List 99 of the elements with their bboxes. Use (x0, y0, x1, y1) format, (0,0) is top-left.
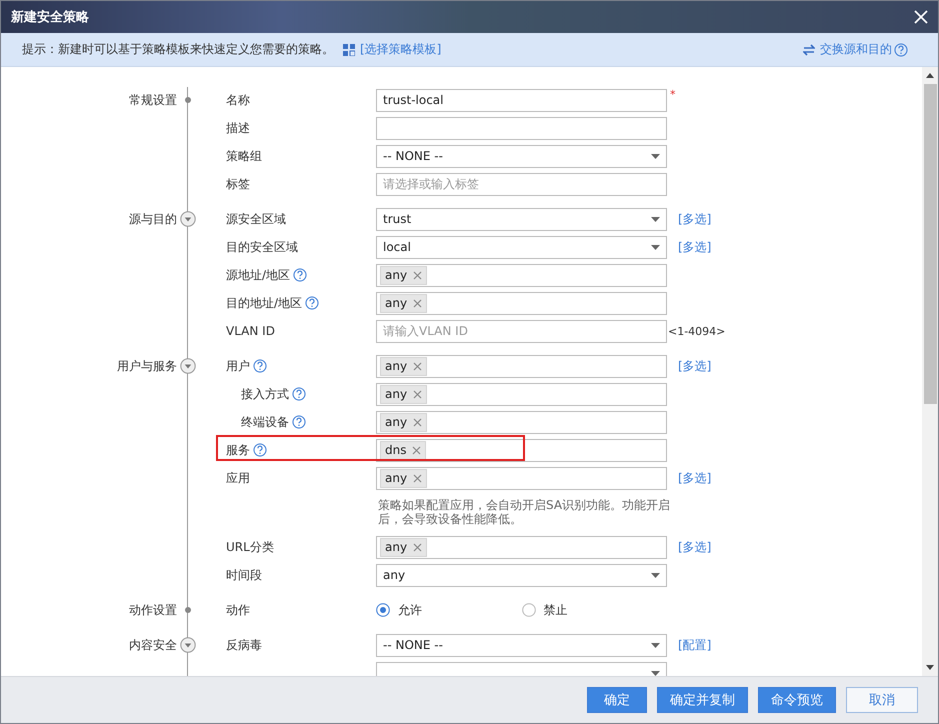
help-icon[interactable] (292, 415, 306, 429)
remove-icon[interactable] (413, 298, 422, 308)
field-label: 源安全区域 (226, 210, 286, 228)
tag-field[interactable]: any (376, 354, 667, 378)
tag-chip: dns (380, 440, 426, 460)
scroll-down-icon[interactable] (926, 665, 934, 670)
text-field[interactable]: 请输入VLAN ID (376, 320, 667, 342)
help-icon[interactable] (305, 296, 320, 310)
section-label: 用户与服务 (116, 358, 177, 375)
timeline-dot-icon (185, 607, 191, 613)
radio-button[interactable] (522, 603, 536, 617)
field-label: 动作 (226, 602, 250, 618)
tag-chip: any (380, 384, 428, 404)
option-link[interactable]: [多选] (678, 470, 712, 486)
text-field[interactable] (376, 116, 667, 140)
radio-label: 禁止 (544, 602, 568, 618)
dropdown-field[interactable]: any (376, 564, 667, 586)
tag-chip: any (380, 468, 428, 488)
footer-button[interactable]: 命令预览 (758, 687, 836, 713)
option-link[interactable]: [多选] (678, 358, 712, 374)
remove-icon[interactable] (413, 418, 422, 426)
field-label: 策略组 (226, 148, 262, 164)
collapse-toggle-icon[interactable] (180, 637, 196, 653)
field-label: 目的安全区域 (226, 238, 298, 256)
field-label: 服务 (226, 442, 250, 458)
remove-icon[interactable] (413, 270, 422, 280)
field-label: 名称 (226, 92, 250, 108)
radio-button[interactable] (376, 603, 390, 617)
tag-chip: any (380, 294, 428, 312)
tag-chip: any (380, 266, 428, 284)
caret-icon (651, 642, 660, 648)
field-label: 目的地址/地区 (226, 294, 302, 312)
remove-icon[interactable] (413, 390, 422, 398)
field-label: 用户 (226, 358, 250, 374)
range-hint: <1-4094> (668, 324, 726, 338)
tag-field[interactable]: any (376, 382, 667, 406)
tag-field[interactable]: dns (376, 438, 667, 462)
grid-icon (343, 44, 355, 56)
tag-field[interactable]: any (376, 536, 667, 558)
option-link[interactable]: [多选] (678, 238, 712, 256)
field-label: 源地址/地区 (226, 266, 290, 284)
text-field[interactable]: trust-local (376, 88, 667, 112)
caret-icon (651, 244, 660, 250)
dropdown-field[interactable]: trust (376, 208, 667, 230)
remove-icon[interactable] (412, 446, 422, 454)
required-mark: * (670, 88, 676, 101)
field-label: VLAN ID (226, 324, 275, 338)
swap-icon (803, 44, 815, 56)
remove-icon[interactable] (413, 362, 422, 370)
window-title: 新建安全策略 (11, 8, 90, 26)
field-label: 反病毒 (226, 636, 262, 654)
field-label: URL分类 (226, 538, 274, 556)
dropdown-field[interactable]: local (376, 236, 667, 258)
caret-icon (651, 154, 660, 158)
tag-field[interactable]: any (376, 264, 667, 286)
field-label: 标签 (226, 176, 250, 192)
help-icon[interactable] (253, 443, 267, 457)
dropdown-field[interactable]: -- NONE -- (376, 144, 667, 168)
field-label: 终端设备 (241, 414, 289, 430)
tag-field[interactable]: any (376, 410, 667, 434)
tag-field[interactable]: any (376, 292, 667, 314)
hint-text: 提示：新建时可以基于策略模板来快速定义您需要的策略。 (22, 41, 334, 58)
tag-chip: any (380, 538, 428, 556)
caret-icon (651, 572, 660, 578)
tag-chip: any (380, 412, 428, 432)
option-link[interactable]: [多选] (678, 538, 712, 556)
close-icon[interactable] (914, 10, 928, 24)
option-link[interactable]: [配置] (678, 636, 712, 654)
scrollbar-thumb[interactable] (924, 84, 936, 404)
help-icon[interactable] (292, 387, 306, 401)
remove-icon[interactable] (413, 542, 422, 552)
field-label: 描述 (226, 120, 250, 136)
section-label: 内容安全 (128, 637, 177, 654)
scrollbar[interactable] (922, 67, 938, 676)
scroll-up-icon[interactable] (926, 73, 934, 78)
option-link[interactable]: [多选] (678, 210, 712, 228)
field-label: 应用 (226, 470, 250, 486)
remove-icon[interactable] (413, 474, 422, 482)
collapse-toggle-icon[interactable] (180, 358, 196, 374)
section-label: 常规设置 (128, 92, 177, 109)
text-field[interactable]: 请选择或输入标签 (376, 172, 667, 196)
field-label: 接入方式 (241, 386, 289, 402)
help-icon[interactable] (253, 359, 267, 373)
help-icon[interactable] (894, 42, 908, 56)
radio-label: 允许 (398, 602, 422, 618)
timeline-dot-icon (185, 97, 191, 103)
field-label: 时间段 (226, 566, 262, 584)
collapse-toggle-icon[interactable] (180, 211, 196, 227)
help-icon[interactable] (293, 268, 308, 282)
dropdown-field[interactable]: -- NONE -- (376, 634, 667, 656)
footer-button[interactable]: 确定 (587, 687, 647, 713)
section-label: 源与目的 (128, 211, 177, 228)
footer-button[interactable]: 取消 (846, 687, 918, 713)
tag-chip: any (380, 356, 428, 376)
tag-field[interactable]: any (376, 466, 667, 490)
section-label: 动作设置 (128, 602, 177, 619)
note-text: 策略如果配置应用，会自动开启SA识别功能。功能开启后，会导致设备性能降低。 (378, 497, 672, 528)
footer-button[interactable]: 确定并复制 (657, 687, 748, 713)
caret-icon (651, 216, 660, 222)
